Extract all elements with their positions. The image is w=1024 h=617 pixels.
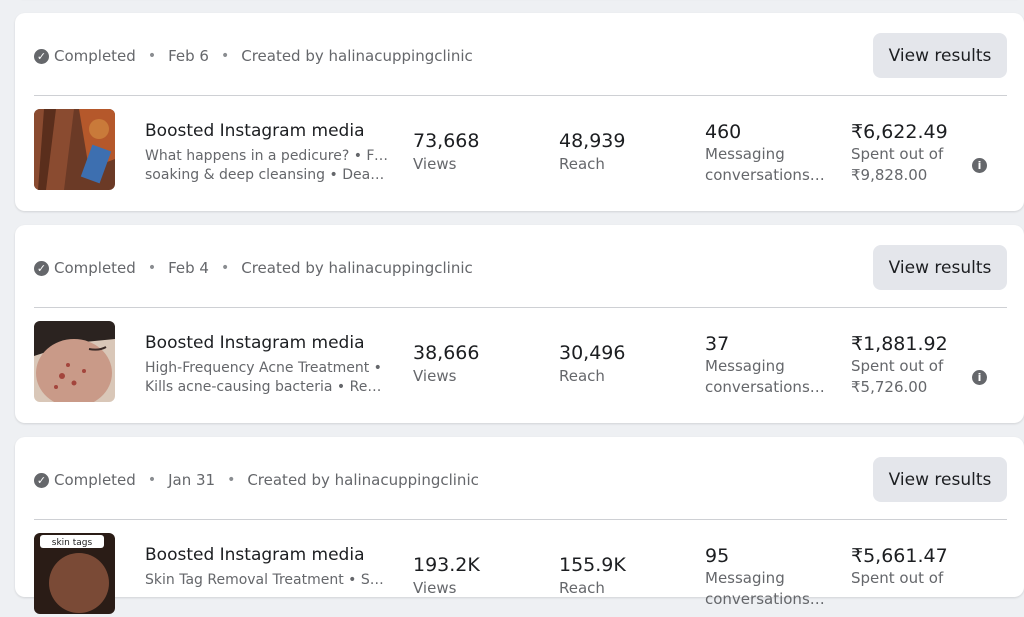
campaign-date: Feb 6	[168, 47, 209, 65]
campaign-description: High-Frequency Acne Treatment • Kills ac…	[145, 359, 390, 397]
campaign-description: Skin Tag Removal Treatment • Safe	[145, 571, 390, 590]
messaging-metric: 460 Messaging conversations…	[705, 121, 825, 185]
created-by: Created by halinacuppingclinic	[241, 47, 473, 65]
description-line: What happens in a pedicure? • Foot	[145, 148, 390, 164]
spent-value: ₹1,881.92	[851, 333, 948, 355]
campaign-date: Feb 4	[168, 259, 209, 277]
description-line: soaking & deep cleansing • Dead…	[145, 167, 390, 183]
status-row: ✓ Completed • Feb 4 • Created by halinac…	[34, 251, 473, 285]
divider	[34, 307, 1007, 308]
views-label: Views	[413, 367, 457, 385]
separator-dot: •	[147, 260, 157, 276]
campaign-card: ✓ Completed • Feb 6 • Created by halinac…	[15, 13, 1024, 211]
campaign-title: Boosted Instagram media	[145, 333, 365, 353]
messaging-label: Messaging	[705, 357, 785, 375]
info-icon[interactable]: i	[972, 158, 987, 173]
messaging-label: Messaging	[705, 569, 785, 587]
messaging-label: Messaging	[705, 145, 785, 163]
views-label: Views	[413, 155, 457, 173]
separator-dot: •	[147, 48, 157, 64]
messaging-value: 95	[705, 545, 730, 567]
budget-value: ₹5,726.00	[851, 378, 928, 396]
status-row: ✓ Completed • Feb 6 • Created by halinac…	[34, 39, 473, 73]
campaign-card: ✓ Completed • Jan 31 • Created by halina…	[15, 437, 1024, 614]
views-label: Views	[413, 579, 457, 597]
campaign-description: What happens in a pedicure? • Foot soaki…	[145, 147, 390, 185]
messaging-value: 460	[705, 121, 742, 143]
reach-label: Reach	[559, 155, 605, 173]
reach-label: Reach	[559, 367, 605, 385]
media-thumbnail[interactable]	[34, 109, 115, 190]
media-thumbnail[interactable]: skin tags	[34, 533, 115, 614]
status-label: Completed	[54, 259, 136, 277]
view-results-button[interactable]: View results	[873, 33, 1007, 78]
budget-value: ₹9,828.00	[851, 166, 928, 184]
messaging-metric: 95 Messaging conversations…	[705, 545, 825, 609]
view-results-button[interactable]: View results	[873, 457, 1007, 502]
check-circle-icon: ✓	[34, 472, 49, 488]
reach-label: Reach	[559, 579, 605, 597]
status-row: ✓ Completed • Jan 31 • Created by halina…	[34, 463, 479, 497]
status-label: Completed	[54, 471, 136, 489]
divider	[34, 519, 1007, 520]
campaign-card: ✓ Completed • Feb 4 • Created by halinac…	[15, 225, 1024, 423]
created-by: Created by halinacuppingclinic	[247, 471, 479, 489]
spent-value: ₹5,661.47	[851, 545, 948, 567]
description-line: High-Frequency Acne Treatment •	[145, 360, 382, 376]
messaging-value: 37	[705, 333, 730, 355]
reach-metric: 48,939 Reach	[559, 130, 625, 173]
spent-metric: ₹6,622.49 Spent out of ₹9,828.00	[851, 121, 948, 185]
view-results-button[interactable]: View results	[873, 245, 1007, 290]
info-icon[interactable]: i	[972, 370, 987, 385]
spent-metric: ₹1,881.92 Spent out of ₹5,726.00	[851, 333, 948, 397]
spent-value: ₹6,622.49	[851, 121, 948, 143]
spent-label: Spent out of	[851, 357, 944, 375]
reach-value: 155.9K	[559, 554, 626, 576]
messaging-label: conversations…	[705, 378, 825, 396]
separator-dot: •	[220, 48, 230, 64]
messaging-label: conversations…	[705, 590, 825, 608]
reach-value: 48,939	[559, 130, 626, 152]
status-label: Completed	[54, 47, 136, 65]
views-metric: 38,666 Views	[413, 342, 479, 385]
separator-dot: •	[220, 260, 230, 276]
description-line: Kills acne-causing bacteria • Reduc…	[145, 379, 390, 395]
campaign-title: Boosted Instagram media	[145, 121, 365, 141]
media-thumbnail[interactable]	[34, 321, 115, 402]
campaign-row[interactable]: skin tags Boosted Instagram media Skin T…	[15, 533, 1024, 617]
views-value: 73,668	[413, 130, 480, 152]
reach-metric: 30,496 Reach	[559, 342, 625, 385]
reach-value: 30,496	[559, 342, 626, 364]
created-by: Created by halinacuppingclinic	[241, 259, 473, 277]
messaging-label: conversations…	[705, 166, 825, 184]
messaging-metric: 37 Messaging conversations…	[705, 333, 825, 397]
separator-dot: •	[227, 472, 236, 488]
campaign-date: Jan 31	[168, 471, 216, 489]
campaign-title: Boosted Instagram media	[145, 545, 365, 565]
spent-metric: ₹5,661.47 Spent out of	[851, 545, 948, 588]
views-value: 38,666	[413, 342, 480, 364]
thumbnail-caption: skin tags	[52, 538, 93, 548]
separator-dot: •	[147, 472, 157, 488]
campaign-row[interactable]: Boosted Instagram media What happens in …	[15, 109, 1024, 193]
views-metric: 73,668 Views	[413, 130, 479, 173]
views-value: 193.2K	[413, 554, 480, 576]
spent-label: Spent out of	[851, 145, 944, 163]
check-circle-icon: ✓	[34, 48, 49, 64]
spent-label: Spent out of	[851, 569, 944, 587]
divider	[34, 95, 1007, 96]
campaign-row[interactable]: Boosted Instagram media High-Frequency A…	[15, 321, 1024, 405]
description-line: Skin Tag Removal Treatment • Safe	[145, 572, 390, 588]
check-circle-icon: ✓	[34, 260, 49, 276]
